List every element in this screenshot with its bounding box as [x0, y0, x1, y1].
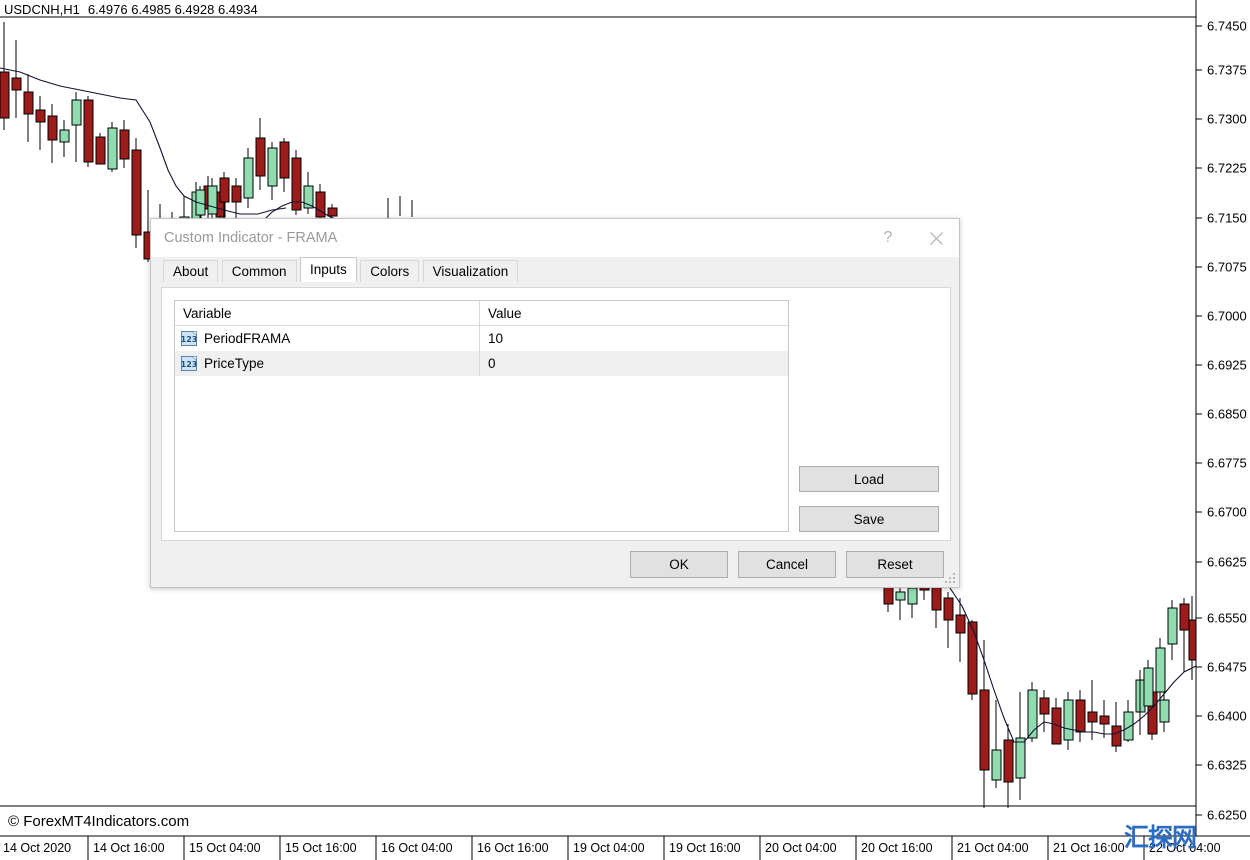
- price-tick-label: 6.6925: [1207, 358, 1247, 373]
- number-type-icon: 123: [181, 331, 197, 346]
- time-tick-label: 16 Oct 16:00: [477, 841, 549, 855]
- value-cell[interactable]: 0: [480, 351, 788, 376]
- time-tick-label: 19 Oct 16:00: [669, 841, 741, 855]
- ok-button[interactable]: OK: [630, 551, 728, 578]
- value-cell[interactable]: 10: [480, 326, 788, 351]
- parameters-grid[interactable]: Variable Value 123 PeriodFRAMA 10: [174, 300, 789, 532]
- price-tick-label: 6.7375: [1207, 63, 1247, 78]
- price-tick-label: 6.6850: [1207, 407, 1247, 422]
- price-tick-label: 6.6250: [1207, 808, 1247, 823]
- save-button[interactable]: Save: [799, 506, 939, 532]
- time-tick-label: 15 Oct 16:00: [285, 841, 357, 855]
- tab-label: About: [173, 264, 208, 279]
- tab-common[interactable]: Common: [222, 260, 297, 282]
- dialog-titlebar[interactable]: Custom Indicator - FRAMA ?: [151, 219, 959, 257]
- price-tick-label: 6.7225: [1207, 161, 1247, 176]
- close-icon: [929, 231, 944, 246]
- tab-about[interactable]: About: [163, 260, 218, 282]
- resize-grip[interactable]: [945, 573, 957, 585]
- number-type-icon: 123: [181, 356, 197, 371]
- column-header-variable: Variable: [175, 301, 480, 325]
- grid-header-row: Variable Value: [175, 301, 788, 326]
- price-tick-label: 6.6550: [1207, 611, 1247, 626]
- price-tick-label: 6.7150: [1207, 211, 1247, 226]
- help-button[interactable]: ?: [865, 219, 911, 257]
- price-tick-label: 6.6700: [1207, 505, 1247, 520]
- ohlc-values: 6.4976 6.4985 6.4928 6.4934: [88, 2, 258, 17]
- close-button[interactable]: [913, 219, 959, 257]
- dialog-tabstrip[interactable]: About Common Inputs Colors Visualization: [151, 257, 959, 280]
- copyright-label: © ForexMT4Indicators.com: [8, 813, 189, 830]
- price-tick-label: 6.6325: [1207, 758, 1247, 773]
- svg-text:123: 123: [181, 335, 197, 344]
- price-tick-label: 6.7075: [1207, 260, 1247, 275]
- custom-indicator-dialog[interactable]: Custom Indicator - FRAMA ? About Common …: [150, 218, 960, 588]
- time-tick-label: 14 Oct 2020: [3, 841, 71, 855]
- dialog-title: Custom Indicator - FRAMA: [164, 230, 337, 246]
- variable-cell: 123 PeriodFRAMA: [175, 326, 480, 351]
- time-tick-label: 21 Oct 16:00: [1053, 841, 1125, 855]
- price-tick-label: 6.6775: [1207, 456, 1247, 471]
- time-tick-label: 21 Oct 04:00: [957, 841, 1029, 855]
- time-tick-label: 20 Oct 04:00: [765, 841, 837, 855]
- tab-label: Colors: [370, 264, 409, 279]
- svg-text:123: 123: [181, 360, 197, 369]
- variable-cell: 123 PriceType: [175, 351, 480, 376]
- price-tick-label: 6.6475: [1207, 660, 1247, 675]
- symbol-period-label: USDCNH,H1: [4, 2, 80, 17]
- tab-colors[interactable]: Colors: [360, 260, 419, 282]
- time-tick-label: 20 Oct 16:00: [861, 841, 933, 855]
- time-tick-label: 15 Oct 04:00: [189, 841, 261, 855]
- tab-label: Common: [232, 264, 287, 279]
- tab-inputs[interactable]: Inputs: [300, 257, 357, 282]
- time-tick-label: 16 Oct 04:00: [381, 841, 453, 855]
- reset-button[interactable]: Reset: [846, 551, 944, 578]
- price-tick-label: 6.6625: [1207, 555, 1247, 570]
- frama-indicator-line: [0, 68, 286, 214]
- column-header-value: Value: [480, 301, 788, 325]
- tab-label: Inputs: [310, 262, 347, 277]
- question-mark-icon: ?: [884, 229, 893, 247]
- tab-visualization[interactable]: Visualization: [423, 260, 519, 282]
- dialog-content-panel: Variable Value 123 PeriodFRAMA 10: [161, 287, 951, 541]
- time-tick-label: 19 Oct 04:00: [573, 841, 645, 855]
- table-row[interactable]: 123 PriceType 0: [175, 351, 788, 376]
- cancel-button[interactable]: Cancel: [738, 551, 836, 578]
- time-tick-label: 14 Oct 16:00: [93, 841, 165, 855]
- variable-name: PriceType: [204, 356, 264, 371]
- price-tick-label: 6.7300: [1207, 112, 1247, 127]
- table-row[interactable]: 123 PeriodFRAMA 10: [175, 326, 788, 351]
- mt4-window: USDCNH,H1 6.4976 6.4985 6.4928 6.4934 6.7…: [0, 0, 1250, 860]
- price-tick-label: 6.6400: [1207, 709, 1247, 724]
- site-watermark: 汇探网: [1124, 818, 1196, 854]
- price-tick-label: 6.7000: [1207, 309, 1247, 324]
- tab-label: Visualization: [433, 264, 509, 279]
- variable-name: PeriodFRAMA: [204, 331, 290, 346]
- symbol-quote-header: USDCNH,H1 6.4976 6.4985 6.4928 6.4934: [4, 2, 258, 17]
- price-tick-label: 6.7450: [1207, 19, 1247, 34]
- load-button[interactable]: Load: [799, 466, 939, 492]
